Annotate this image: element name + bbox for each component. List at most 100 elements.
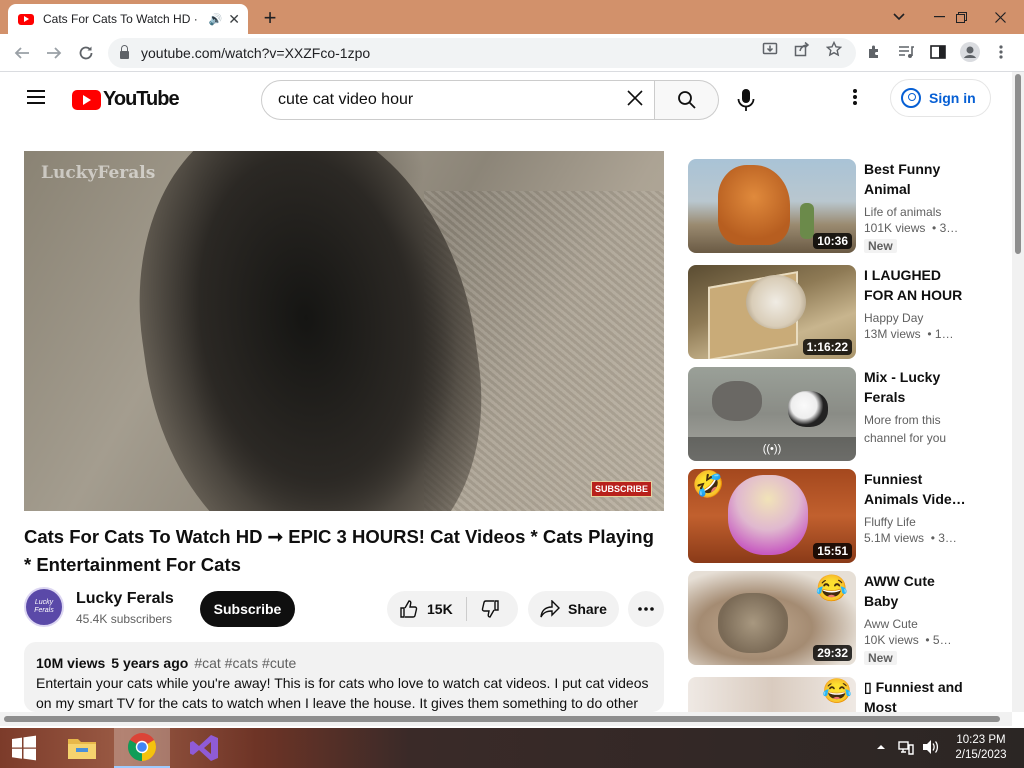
network-icon[interactable] <box>898 739 914 758</box>
recommendation-views: 5.1M views • 3… <box>864 531 957 545</box>
vertical-scrollbar[interactable] <box>1012 72 1024 712</box>
recommendation-thumbnail[interactable]: 😂 29:32 <box>688 571 856 665</box>
chrome-taskbar-icon[interactable] <box>114 728 170 768</box>
share-label: Share <box>568 601 607 617</box>
recommendation-thumbnail[interactable]: 1:16:22 <box>688 265 856 359</box>
channel-name[interactable]: Lucky Ferals <box>76 590 174 608</box>
install-app-icon[interactable] <box>762 41 778 61</box>
recommendation-item[interactable]: 🤣 15:51 Funniest Animals Vide… Fluffy Li… <box>688 469 1008 563</box>
search-input[interactable]: cute cat video hour <box>261 80 655 120</box>
recommendation-views: 101K views • 3… <box>864 221 959 235</box>
search-button[interactable] <box>655 80 719 120</box>
search-icon <box>677 91 696 109</box>
horizontal-scrollbar[interactable] <box>0 712 1012 726</box>
profile-avatar-icon[interactable] <box>960 42 980 66</box>
mix-broadcast-icon: ((•)) <box>762 443 782 455</box>
show-hidden-icons-chevron-icon[interactable] <box>876 739 886 754</box>
recommendation-thumbnail[interactable]: 🤣 15:51 <box>688 469 856 563</box>
clock-date: 2/15/2023 <box>955 749 1007 761</box>
clock-time: 10:23 PM <box>956 734 1006 746</box>
dislike-button[interactable] <box>466 599 500 619</box>
recommendation-thumbnail[interactable]: 10:36 <box>688 159 856 253</box>
subscriber-count: 45.4K subscribers <box>76 612 173 626</box>
recommendation-views: 10K views • 5… <box>864 633 952 647</box>
youtube-favicon-icon <box>18 13 34 25</box>
recommendation-title: Best Funny Animal Video… <box>864 161 941 197</box>
bookmark-star-icon[interactable] <box>825 40 843 61</box>
recommendation-channel: Life of animals <box>864 205 942 219</box>
recommendation-item[interactable]: 1:16:22 I LAUGHED FOR AN HOUR😹… Happy Da… <box>688 265 1008 359</box>
upload-age: 5 years ago <box>111 655 189 671</box>
hamburger-menu-icon[interactable] <box>27 90 45 104</box>
channel-avatar-text: Lucky Ferals <box>34 599 54 614</box>
video-player[interactable]: LuckyFerals SUBSCRIBE <box>24 151 664 511</box>
settings-kebab-icon[interactable] <box>852 88 858 112</box>
subscribe-button[interactable]: Subscribe <box>200 591 295 627</box>
thumbs-up-icon <box>400 600 418 618</box>
extensions-puzzle-icon[interactable] <box>866 44 882 64</box>
volume-icon[interactable] <box>922 739 940 758</box>
tab-close-button[interactable]: ✕ <box>228 11 240 28</box>
clear-search-icon[interactable] <box>626 87 644 113</box>
video-duration: 1:16:22 <box>802 339 852 355</box>
video-description[interactable]: 10M views 5 years ago #cat #cats #cute Ent… <box>24 642 664 712</box>
recommendation-item[interactable]: ((•)) Mix - Lucky Ferals More from this … <box>688 367 1008 461</box>
recommendation-thumbnail[interactable]: ((•)) <box>688 367 856 461</box>
address-bar[interactable]: youtube.com/watch?v=XXZFco-1zpo <box>108 38 856 68</box>
forward-arrow-icon[interactable] <box>42 41 66 65</box>
taskbar-clock[interactable]: 10:23 PM 2/15/2023 <box>948 733 1014 763</box>
recommendation-item[interactable]: 😂 29:32 AWW Cute Baby Animals… Aww Cute … <box>688 571 1008 665</box>
recommendation-title: Mix - Lucky Ferals <box>864 369 941 405</box>
share-page-icon[interactable] <box>794 41 810 61</box>
windows-start-icon[interactable] <box>0 728 48 768</box>
view-count: 10M views <box>36 655 106 671</box>
more-actions-button[interactable] <box>628 591 664 627</box>
youtube-play-icon <box>72 89 101 110</box>
channel-avatar[interactable]: Lucky Ferals <box>24 587 64 627</box>
browser-tab-active[interactable]: Cats For Cats To Watch HD · 🔊 ✕ <box>8 4 248 34</box>
recommendation-channel: Fluffy Life <box>864 515 916 529</box>
reload-icon[interactable] <box>74 41 98 65</box>
file-explorer-icon[interactable] <box>54 728 110 768</box>
youtube-masthead: YouTube cute cat video hour Sign in <box>0 72 1012 128</box>
laughing-emoji-icon: 😂 <box>815 573 848 603</box>
vertical-scroll-thumb[interactable] <box>1015 74 1021 254</box>
thumbs-down-icon <box>481 600 499 618</box>
horizontal-scroll-thumb[interactable] <box>4 716 1000 722</box>
hashtags[interactable]: #cat #cats #cute <box>194 655 296 671</box>
windows-taskbar: 10:23 PM 2/15/2023 <box>0 728 1024 768</box>
sign-in-button[interactable]: Sign in <box>890 79 991 117</box>
recommendation-item[interactable]: 10:36 Best Funny Animal Video… Life of a… <box>688 159 1008 253</box>
mix-playlist-bar: ((•)) <box>688 437 856 461</box>
share-button[interactable]: Share <box>528 591 619 627</box>
new-badge: New <box>864 239 897 253</box>
search-input-value: cute cat video hour <box>278 91 414 108</box>
lock-icon[interactable] <box>120 45 129 59</box>
recommendation-views: 13M views • 1… <box>864 327 954 341</box>
recommendation-channel: More from this channel for you <box>864 413 947 445</box>
chrome-menu-icon[interactable] <box>998 44 1004 64</box>
voice-search-mic-icon[interactable] <box>735 88 757 112</box>
recommendation-channel: Happy Day <box>864 311 924 325</box>
like-dislike-group: 15K <box>387 591 518 627</box>
recommendation-thumbnail[interactable]: 😂 <box>688 677 856 712</box>
new-tab-button[interactable]: + <box>258 5 282 31</box>
video-duration: 29:32 <box>813 645 852 661</box>
browser-tab-strip: Cats For Cats To Watch HD · 🔊 ✕ + <box>0 0 1024 34</box>
like-divider <box>466 597 467 621</box>
recommendation-item[interactable]: 😂 ▯ Funniest and Most Hilariou… <box>688 677 1008 712</box>
recommendation-title: ▯ Funniest and Most Hilariou… <box>864 679 963 712</box>
description-meta: 10M views 5 years ago #cat #cats #cute <box>36 653 652 673</box>
speaker-icon[interactable]: 🔊 <box>209 13 223 26</box>
close-window-button[interactable] <box>976 0 1024 34</box>
like-button[interactable]: 15K <box>387 599 466 619</box>
side-panel-icon[interactable] <box>930 44 946 64</box>
video-duration: 15:51 <box>813 543 852 559</box>
media-control-icon[interactable] <box>898 44 914 64</box>
browser-toolbar: youtube.com/watch?v=XXZFco-1zpo <box>0 34 1024 72</box>
visual-studio-icon[interactable] <box>176 728 232 768</box>
back-arrow-icon[interactable] <box>10 41 34 65</box>
video-duration: 10:36 <box>813 233 852 249</box>
youtube-logo[interactable]: YouTube <box>72 88 180 111</box>
sign-in-label: Sign in <box>929 90 976 106</box>
